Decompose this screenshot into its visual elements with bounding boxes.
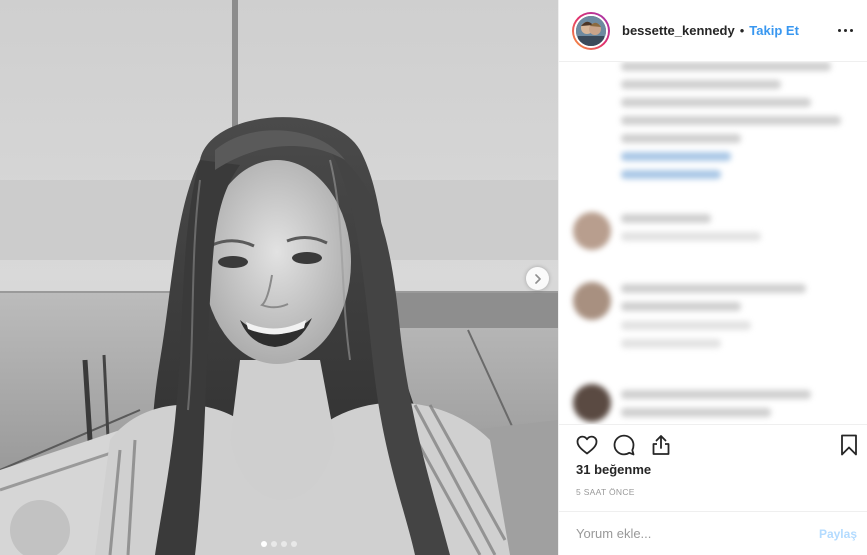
share-button[interactable] bbox=[647, 431, 675, 459]
blurred-comment bbox=[621, 284, 841, 357]
save-button[interactable] bbox=[835, 431, 863, 459]
post-actions bbox=[559, 424, 867, 464]
post-header: bessette_kennedy • Takip Et bbox=[559, 0, 867, 62]
comment-composer: Paylaş bbox=[559, 511, 867, 555]
blurred-comment bbox=[621, 214, 841, 250]
comment-avatar bbox=[573, 384, 611, 422]
carousel-next-button[interactable] bbox=[526, 267, 549, 290]
avatar-image bbox=[574, 13, 608, 48]
share-icon bbox=[652, 435, 670, 455]
post-comment-button[interactable]: Paylaş bbox=[819, 527, 857, 541]
post-media[interactable] bbox=[0, 0, 558, 555]
username-link[interactable]: bessette_kennedy bbox=[622, 23, 735, 38]
carousel-indicator bbox=[0, 541, 558, 547]
comment-avatar bbox=[573, 212, 611, 250]
chevron-right-icon bbox=[534, 273, 541, 284]
more-options-icon[interactable] bbox=[832, 25, 853, 36]
comment-avatar bbox=[573, 282, 611, 320]
post-timestamp[interactable]: 5 SAAT ÖNCE bbox=[576, 487, 635, 497]
avatar[interactable] bbox=[572, 11, 610, 50]
like-button[interactable] bbox=[573, 431, 601, 459]
comments-list[interactable] bbox=[559, 62, 867, 424]
carousel-dot bbox=[281, 541, 287, 547]
blurred-caption bbox=[621, 62, 851, 188]
like-count[interactable]: 31 beğenme bbox=[576, 462, 651, 477]
separator-dot: • bbox=[739, 23, 745, 38]
comment-button[interactable] bbox=[610, 431, 638, 459]
follow-button[interactable]: Takip Et bbox=[749, 23, 799, 38]
heart-icon bbox=[576, 435, 598, 455]
post-sidebar: bessette_kennedy • Takip Et 31 beğenme 5… bbox=[558, 0, 867, 555]
carousel-dot bbox=[291, 541, 297, 547]
blurred-comment bbox=[621, 390, 841, 424]
carousel-dot bbox=[271, 541, 277, 547]
post-photo bbox=[0, 0, 558, 555]
bookmark-icon bbox=[841, 434, 857, 456]
comment-icon bbox=[613, 434, 635, 456]
carousel-dot-active bbox=[261, 541, 267, 547]
comment-input[interactable] bbox=[576, 526, 819, 541]
